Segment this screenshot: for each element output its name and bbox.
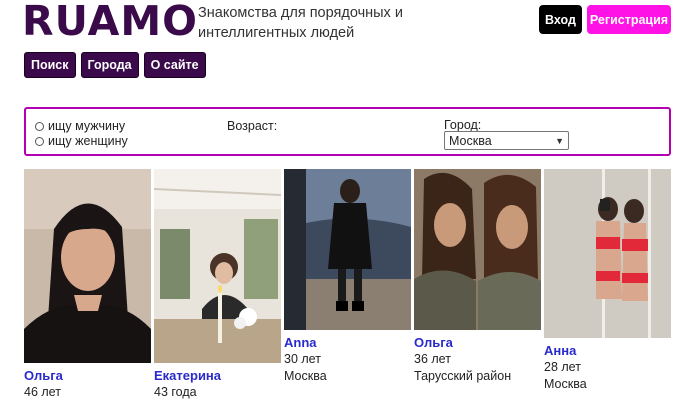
profile-name[interactable]: Ольга [24, 368, 151, 384]
city-label: Город: [444, 118, 482, 132]
profile-location: Москва [544, 377, 587, 391]
site-logo[interactable]: RUAMO [22, 0, 198, 45]
city-select[interactable]: Москва ▼ [444, 131, 569, 150]
seek-male-option[interactable]: ищу мужчину [35, 119, 125, 133]
profile-photo[interactable] [154, 169, 281, 363]
profile-name[interactable]: Анна [544, 343, 671, 359]
profile-card[interactable]: Екатерина 43 года [154, 169, 281, 401]
register-button[interactable]: Регистрация [587, 5, 671, 34]
site-tagline: Знакомства для порядочных и интеллигентн… [198, 5, 403, 41]
main-nav: Поиск Города О сайте [24, 52, 206, 78]
profile-location: Москва [284, 369, 327, 383]
seek-female-radio[interactable] [35, 136, 44, 146]
seek-female-option[interactable]: ищу женщину [35, 134, 128, 148]
profile-photo[interactable] [544, 169, 671, 338]
profile-card[interactable]: Анна 28 лет Москва [544, 169, 671, 393]
profile-age: 36 лет [414, 352, 451, 366]
profile-name[interactable]: Екатерина [154, 368, 281, 384]
profile-age: 28 лет [544, 360, 581, 374]
city-select-value: Москва [449, 133, 492, 148]
profile-age: 30 лет [284, 352, 321, 366]
nav-cities[interactable]: Города [80, 52, 139, 78]
search-filter-panel: ищу мужчину ищу женщину Возраст: Город: … [24, 107, 671, 156]
nav-search[interactable]: Поиск [24, 52, 76, 78]
nav-about[interactable]: О сайте [143, 52, 206, 78]
profile-age: 43 года [154, 385, 197, 399]
age-label: Возраст: [227, 119, 278, 133]
profile-photo[interactable] [414, 169, 541, 330]
seek-male-label: ищу мужчину [48, 119, 126, 133]
profile-name[interactable]: Anna [284, 335, 411, 351]
profile-photo[interactable] [24, 169, 151, 363]
profile-card[interactable]: Anna 30 лет Москва [284, 169, 411, 385]
chevron-down-icon: ▼ [555, 135, 564, 146]
profile-name[interactable]: Ольга [414, 335, 541, 351]
seek-male-radio[interactable] [35, 121, 44, 131]
profile-card[interactable]: Ольга 46 лет [24, 169, 151, 401]
login-button[interactable]: Вход [539, 5, 582, 34]
profile-age: 46 лет [24, 385, 61, 399]
profile-photo[interactable] [284, 169, 411, 330]
profile-location: Тарусский район [414, 369, 512, 383]
profile-card[interactable]: Ольга 36 лет Тарусский район [414, 169, 541, 385]
seek-female-label: ищу женщину [48, 134, 128, 148]
